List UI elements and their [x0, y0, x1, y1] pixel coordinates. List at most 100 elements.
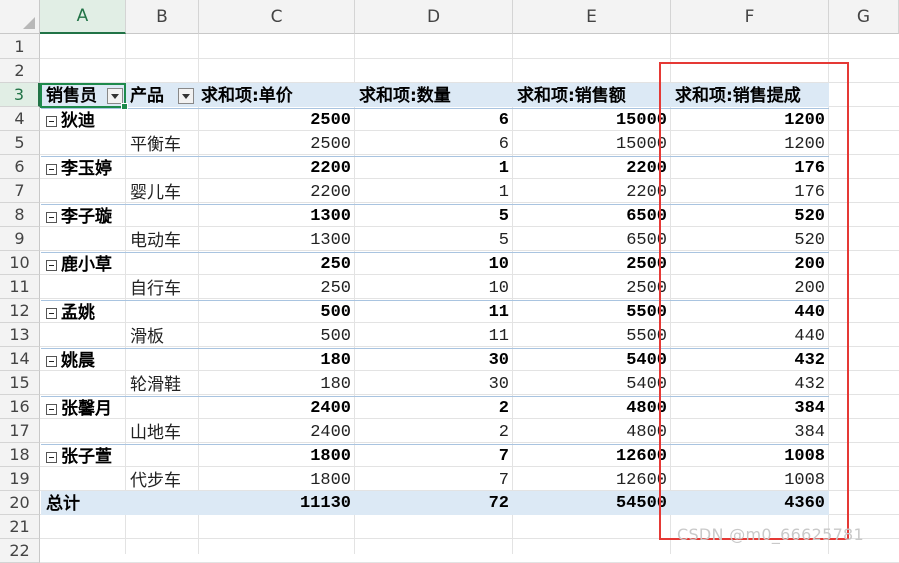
- pivot-cell-qty: 7: [498, 471, 509, 490]
- column-header-b[interactable]: B: [126, 0, 199, 34]
- collapse-icon[interactable]: [46, 259, 57, 271]
- pivot-row-label-text: 姚晨: [61, 351, 95, 371]
- pivot-cell-sales: 5500: [626, 303, 667, 322]
- pivot-cell-qty: 1: [498, 183, 509, 202]
- collapse-icon[interactable]: [46, 163, 57, 175]
- column-header-d[interactable]: D: [355, 0, 513, 34]
- row-header-17[interactable]: 17: [0, 419, 40, 443]
- pivot-cell-qty: 6: [498, 135, 509, 154]
- pivot-product-label: 轮滑鞋: [130, 373, 181, 397]
- row-header-19[interactable]: 19: [0, 467, 40, 491]
- pivot-cell-price: 180: [320, 375, 351, 394]
- pivot-total-qty: 72: [488, 494, 509, 513]
- collapse-icon[interactable]: [46, 355, 57, 367]
- pivot-cell-price: 1800: [310, 471, 351, 490]
- row-header-16[interactable]: 16: [0, 395, 40, 419]
- pivot-product-label: 代步车: [130, 469, 181, 493]
- pivot-cell-price: 1300: [310, 207, 351, 226]
- row-header-7[interactable]: 7: [0, 179, 40, 203]
- pivot-salesperson-label: 孟姚: [46, 301, 95, 325]
- pivot-row-label-text: 平衡车: [130, 135, 181, 155]
- row-header-2[interactable]: 2: [0, 59, 40, 83]
- pivot-salesperson-label: 李子璇: [46, 205, 112, 229]
- pivot-header-sum-sales: 求和项:销售额: [517, 86, 626, 106]
- pivot-row-label-text: 自行车: [130, 279, 181, 299]
- pivot-cell-sales: 4800: [626, 423, 667, 442]
- pivot-product-label: 山地车: [130, 421, 181, 445]
- row-header-15[interactable]: 15: [0, 371, 40, 395]
- pivot-cell-price: 1800: [310, 447, 351, 466]
- row-header-20[interactable]: 20: [0, 491, 40, 515]
- pivot-cell-sales: 5400: [626, 375, 667, 394]
- product-filter-dropdown[interactable]: [178, 88, 194, 104]
- column-header-a[interactable]: A: [40, 0, 126, 34]
- row-header-9[interactable]: 9: [0, 227, 40, 251]
- pivot-salesperson-label: 姚晨: [46, 349, 95, 373]
- pivot-cell-sales: 12600: [615, 447, 667, 466]
- pivot-row-label-text: 张馨月: [61, 399, 112, 419]
- pivot-cell-price: 1300: [310, 231, 351, 250]
- pivot-row-label-text: 鹿小草: [61, 255, 112, 275]
- pivot-product-label: 电动车: [130, 229, 181, 253]
- row-header-14[interactable]: 14: [0, 347, 40, 371]
- active-cell-selection[interactable]: [40, 83, 128, 110]
- pivot-cell-qty: 5: [498, 231, 509, 250]
- column-header-f[interactable]: F: [671, 0, 829, 34]
- row-header-10[interactable]: 10: [0, 251, 40, 275]
- pivot-salesperson-label: 狄迪: [46, 109, 95, 133]
- pivot-cell-sales: 2500: [626, 255, 667, 274]
- row-header-3[interactable]: 3: [0, 83, 40, 107]
- collapse-icon[interactable]: [46, 307, 57, 319]
- pivot-cell-qty: 30: [488, 351, 509, 370]
- pivot-cell-price: 250: [320, 279, 351, 298]
- pivot-cell-sales: 5400: [626, 351, 667, 370]
- pivot-cell-sales: 2200: [626, 159, 667, 178]
- pivot-row-label-text: 轮滑鞋: [130, 375, 181, 395]
- pivot-cell-price: 250: [320, 255, 351, 274]
- pivot-cell-price: 180: [320, 351, 351, 370]
- pivot-product-label: 平衡车: [130, 133, 181, 157]
- column-header-g[interactable]: G: [829, 0, 899, 34]
- pivot-cell-qty: 5: [498, 207, 509, 226]
- pivot-cell-qty: 30: [488, 375, 509, 394]
- row-header-5[interactable]: 5: [0, 131, 40, 155]
- pivot-salesperson-label: 鹿小草: [46, 253, 112, 277]
- pivot-row-label-text: 滑板: [130, 327, 164, 347]
- row-header-12[interactable]: 12: [0, 299, 40, 323]
- pivot-cell-sales: 6500: [626, 231, 667, 250]
- pivot-cell-sales: 5500: [626, 327, 667, 346]
- pivot-cell-qty: 2: [498, 423, 509, 442]
- pivot-cell-qty: 2: [498, 399, 509, 418]
- collapse-icon[interactable]: [46, 115, 57, 127]
- pivot-cell-price: 2200: [310, 183, 351, 202]
- select-all-corner[interactable]: [0, 0, 40, 34]
- row-header-6[interactable]: 6: [0, 155, 40, 179]
- collapse-icon[interactable]: [46, 403, 57, 415]
- pivot-cell-price: 2400: [310, 399, 351, 418]
- row-header-4[interactable]: 4: [0, 107, 40, 131]
- column-header-c[interactable]: C: [199, 0, 355, 34]
- pivot-cell-qty: 11: [488, 327, 509, 346]
- pivot-cell-price: 2200: [310, 159, 351, 178]
- row-header-11[interactable]: 11: [0, 275, 40, 299]
- pivot-row-label-text: 婴儿车: [130, 183, 181, 203]
- pivot-total-label: 总计: [46, 494, 80, 514]
- column-header-e[interactable]: E: [513, 0, 671, 34]
- pivot-salesperson-label: 张子萱: [46, 445, 112, 469]
- commission-column-highlight: [659, 62, 849, 540]
- row-header-18[interactable]: 18: [0, 443, 40, 467]
- row-header-22[interactable]: 22: [0, 539, 40, 563]
- pivot-total-price: 11130: [299, 494, 351, 513]
- row-header-8[interactable]: 8: [0, 203, 40, 227]
- pivot-product-label: 滑板: [130, 325, 164, 349]
- collapse-icon[interactable]: [46, 451, 57, 463]
- pivot-product-label: 自行车: [130, 277, 181, 301]
- pivot-cell-sales: 15000: [615, 135, 667, 154]
- pivot-cell-qty: 7: [498, 447, 509, 466]
- row-header-13[interactable]: 13: [0, 323, 40, 347]
- row-header-21[interactable]: 21: [0, 515, 40, 539]
- row-header-1[interactable]: 1: [0, 34, 40, 59]
- pivot-row-label-text: 李玉婷: [61, 159, 112, 179]
- collapse-icon[interactable]: [46, 211, 57, 223]
- pivot-product-label: 婴儿车: [130, 181, 181, 205]
